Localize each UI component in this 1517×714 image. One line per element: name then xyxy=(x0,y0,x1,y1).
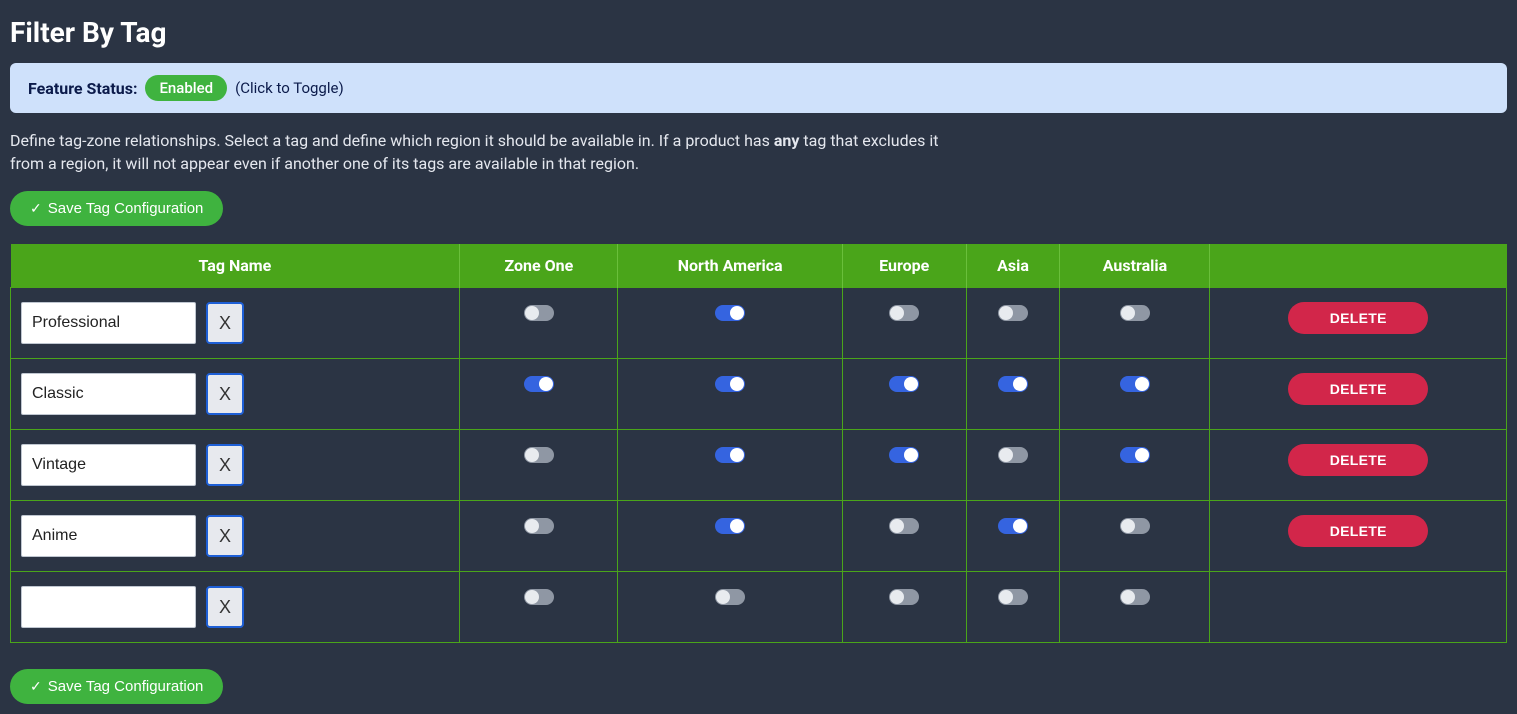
zone-toggle[interactable] xyxy=(998,589,1028,605)
toggle-knob xyxy=(890,306,904,320)
col-tag-name: Tag Name xyxy=(11,244,460,288)
toggle-knob xyxy=(904,377,918,391)
save-button-label: Save Tag Configuration xyxy=(48,678,204,695)
toggle-knob xyxy=(730,306,744,320)
col-north-america: North America xyxy=(618,244,843,288)
zone-toggle[interactable] xyxy=(524,518,554,534)
delete-tag-button[interactable]: DELETE xyxy=(1288,373,1428,405)
zone-toggle[interactable] xyxy=(998,305,1028,321)
save-button-label: Save Tag Configuration xyxy=(48,200,204,217)
zone-toggle[interactable] xyxy=(1120,518,1150,534)
toggle-knob xyxy=(525,448,539,462)
zone-toggle[interactable] xyxy=(524,589,554,605)
check-icon: ✓ xyxy=(30,678,42,695)
zone-toggle[interactable] xyxy=(889,518,919,534)
toggle-knob xyxy=(730,377,744,391)
zone-toggle[interactable] xyxy=(524,447,554,463)
toggle-knob xyxy=(999,306,1013,320)
toggle-knob xyxy=(890,519,904,533)
zone-toggle[interactable] xyxy=(889,589,919,605)
tag-name-input[interactable] xyxy=(21,586,196,628)
toggle-knob xyxy=(539,377,553,391)
toggle-knob xyxy=(1121,590,1135,604)
toggle-knob xyxy=(730,519,744,533)
zone-toggle[interactable] xyxy=(715,518,745,534)
zone-toggle[interactable] xyxy=(1120,447,1150,463)
zone-toggle[interactable] xyxy=(715,305,745,321)
tag-name-input[interactable] xyxy=(21,302,196,344)
save-tag-config-button-bottom[interactable]: ✓ Save Tag Configuration xyxy=(10,669,223,704)
clear-tag-button[interactable]: X xyxy=(206,302,244,344)
toggle-knob xyxy=(904,448,918,462)
tag-name-input[interactable] xyxy=(21,444,196,486)
zone-toggle[interactable] xyxy=(998,518,1028,534)
zone-toggle[interactable] xyxy=(1120,376,1150,392)
toggle-knob xyxy=(525,306,539,320)
page-title: Filter By Tag xyxy=(10,16,1507,49)
col-asia: Asia xyxy=(966,244,1060,288)
col-zone-one: Zone One xyxy=(460,244,618,288)
toggle-knob xyxy=(716,590,730,604)
table-row: X DELETE xyxy=(11,501,1507,572)
tag-zone-table: Tag Name Zone One North America Europe A… xyxy=(10,244,1507,643)
zone-toggle[interactable] xyxy=(998,376,1028,392)
save-tag-config-button-top[interactable]: ✓ Save Tag Configuration xyxy=(10,191,223,226)
page-description: Define tag-zone relationships. Select a … xyxy=(10,129,940,175)
zone-toggle[interactable] xyxy=(889,447,919,463)
clear-tag-button[interactable]: X xyxy=(206,586,244,628)
toggle-knob xyxy=(730,448,744,462)
check-icon: ✓ xyxy=(30,200,42,217)
table-row: X DELETE xyxy=(11,288,1507,359)
zone-toggle[interactable] xyxy=(524,305,554,321)
col-actions xyxy=(1210,244,1507,288)
tag-name-input[interactable] xyxy=(21,515,196,557)
toggle-knob xyxy=(1121,519,1135,533)
zone-toggle[interactable] xyxy=(524,376,554,392)
feature-status-label: Feature Status: xyxy=(28,79,137,98)
toggle-knob xyxy=(1013,519,1027,533)
table-row: X DELETE xyxy=(11,359,1507,430)
toggle-knob xyxy=(1135,377,1149,391)
table-row: X xyxy=(11,572,1507,643)
feature-status-bar[interactable]: Feature Status: Enabled (Click to Toggle… xyxy=(10,63,1507,113)
toggle-knob xyxy=(999,590,1013,604)
feature-status-hint: (Click to Toggle) xyxy=(235,79,344,97)
toggle-knob xyxy=(525,590,539,604)
zone-toggle[interactable] xyxy=(998,447,1028,463)
toggle-knob xyxy=(1135,448,1149,462)
col-europe: Europe xyxy=(842,244,966,288)
delete-tag-button[interactable]: DELETE xyxy=(1288,444,1428,476)
toggle-knob xyxy=(525,519,539,533)
tag-name-input[interactable] xyxy=(21,373,196,415)
zone-toggle[interactable] xyxy=(715,589,745,605)
zone-toggle[interactable] xyxy=(1120,305,1150,321)
toggle-knob xyxy=(890,590,904,604)
clear-tag-button[interactable]: X xyxy=(206,373,244,415)
clear-tag-button[interactable]: X xyxy=(206,515,244,557)
zone-toggle[interactable] xyxy=(889,376,919,392)
zone-toggle[interactable] xyxy=(715,447,745,463)
col-australia: Australia xyxy=(1060,244,1210,288)
toggle-knob xyxy=(999,448,1013,462)
zone-toggle[interactable] xyxy=(715,376,745,392)
delete-tag-button[interactable]: DELETE xyxy=(1288,515,1428,547)
toggle-knob xyxy=(1013,377,1027,391)
delete-tag-button[interactable]: DELETE xyxy=(1288,302,1428,334)
clear-tag-button[interactable]: X xyxy=(206,444,244,486)
feature-status-pill[interactable]: Enabled xyxy=(145,75,227,101)
zone-toggle[interactable] xyxy=(1120,589,1150,605)
toggle-knob xyxy=(1121,306,1135,320)
zone-toggle[interactable] xyxy=(889,305,919,321)
table-row: X DELETE xyxy=(11,430,1507,501)
